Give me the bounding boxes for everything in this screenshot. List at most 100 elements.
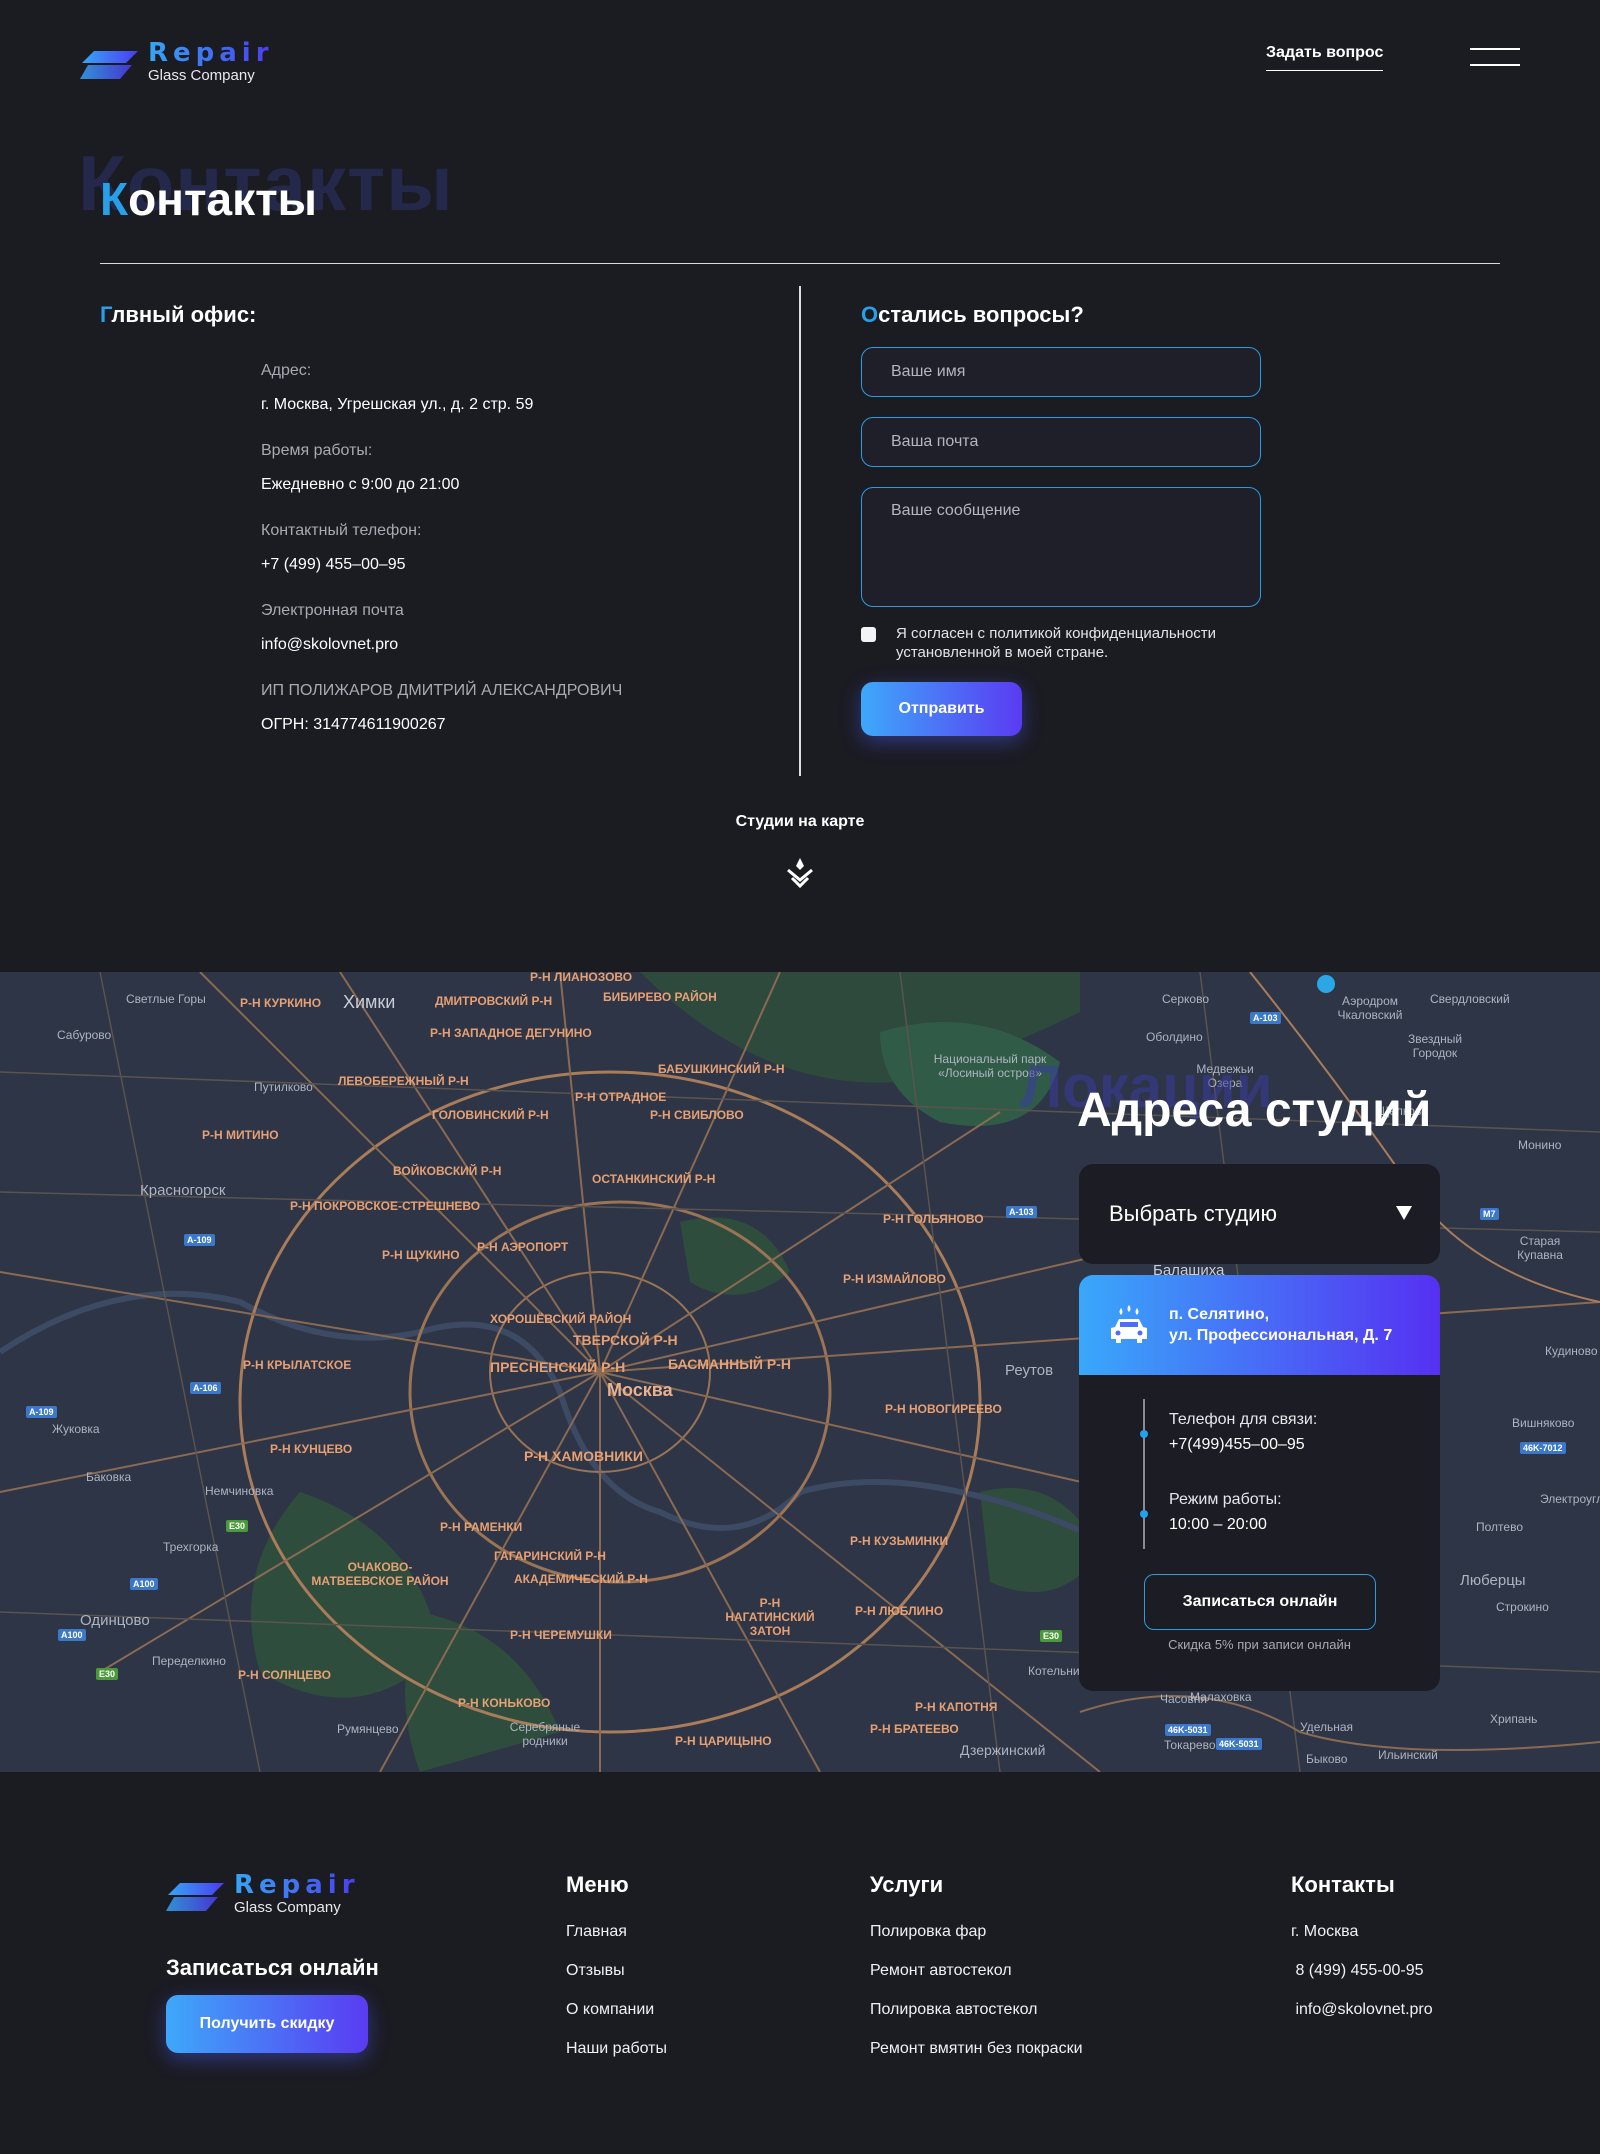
footer-service-item[interactable]: Полировка автостекол (870, 1990, 1083, 2029)
consent-row: Я согласен с политикой конфиденциальност… (861, 624, 1276, 662)
studios-on-map-link[interactable]: Студии на карте (0, 813, 1600, 831)
map-label: ТВЕРСКОЙ Р-Н (573, 1332, 678, 1348)
message-field[interactable]: Ваше сообщение (861, 487, 1261, 607)
road-sign-icon: E30 (226, 1520, 249, 1532)
address-label: Адрес: (261, 362, 312, 379)
map-label: Химки (343, 992, 396, 1012)
phone-value[interactable]: +7 (499) 455–00–95 (261, 556, 721, 580)
footer-service-item[interactable]: Ремонт автостекол (870, 1951, 1083, 1990)
map-label: Р-Н ИЗМАЙЛОВО (843, 1272, 946, 1286)
footer-service-item[interactable]: Ремонт вмятин без покраски (870, 2029, 1083, 2068)
map-label: Р-Н ЩУКИНО (382, 1248, 460, 1262)
map-label: Путилково (254, 1080, 313, 1094)
map-label: Р-Н БРАТЕЕВО (870, 1722, 959, 1736)
footer-menu-item[interactable]: Главная (566, 1912, 667, 1951)
consent-checkbox[interactable] (861, 627, 876, 642)
map-label: Р-Н МИТИНО (202, 1128, 279, 1142)
footer-service-item[interactable]: Полировка фар (870, 1912, 1083, 1951)
title-divider (100, 263, 1500, 264)
map-label: Р-Н ЦАРИЦЫНО (675, 1734, 772, 1748)
road-sign-icon: 46K-7012 (1520, 1442, 1566, 1454)
map-label: Свердловский (1430, 992, 1510, 1006)
column-divider (799, 286, 801, 776)
get-discount-button[interactable]: Получить скидку (166, 1995, 368, 2053)
chevron-double-down-icon[interactable] (784, 856, 816, 890)
map-label: ГОЛОВИНСКИЙ Р-Н (432, 1108, 549, 1122)
discount-note: Скидка 5% при записи онлайн (1168, 1637, 1351, 1652)
map-label: Р-Н ЛЮБЛИНО (855, 1604, 944, 1618)
map-label: Вишняково (1512, 1416, 1575, 1430)
road-sign-icon: A-106 (190, 1382, 221, 1394)
email-value[interactable]: info@skolovnet.pro (261, 636, 721, 660)
map-label: Красногорск (140, 1182, 226, 1199)
road-sign-icon: 46K-5031 (1216, 1738, 1262, 1750)
footer-logo[interactable]: Repair Glass Company (166, 1872, 360, 1915)
map-label: Р-Н КАПОТНЯ (915, 1700, 998, 1714)
map-label: Р-Н ГОЛЬЯНОВО (883, 1212, 984, 1226)
footer-logo-subtitle: Glass Company (234, 1899, 341, 1916)
book-online-button[interactable]: Записаться онлайн (1144, 1574, 1376, 1630)
map-label: Переделкино (152, 1654, 226, 1668)
ask-question-link[interactable]: Задать вопрос (1266, 44, 1384, 71)
form-heading: Остались вопросы? (861, 302, 1084, 327)
map-label: Жуковка (52, 1422, 100, 1436)
footer-menu-item[interactable]: Наши работы (566, 2029, 667, 2068)
studio-phone-value[interactable]: +7(499)455–00–95 (1169, 1436, 1305, 1454)
page-title: Контакты (100, 173, 317, 225)
map-label: Реутов (1005, 1362, 1054, 1379)
footer-phone[interactable]: 8 (499) 455-00-95 (1291, 1951, 1433, 1990)
footer-contacts-title: Контакты (1291, 1872, 1395, 1897)
consent-text: Я согласен с политикой конфиденциальност… (896, 625, 1217, 661)
phone-label: Контактный телефон: (261, 522, 422, 539)
footer-menu-item[interactable]: Отзывы (566, 1951, 667, 1990)
map-label: Р-Н АЭРОПОРТ (477, 1240, 569, 1254)
map-label: Серково (1162, 992, 1209, 1006)
map-label: Электроугли (1540, 1492, 1600, 1506)
map-label: Оболдино (1146, 1030, 1203, 1044)
footer-menu-item[interactable]: О компании (566, 1990, 667, 2029)
studio-timeline (1143, 1399, 1145, 1549)
footer-email[interactable]: info@skolovnet.pro (1291, 1990, 1432, 2029)
map-label: Полтево (1476, 1520, 1523, 1534)
site-header: Repair Glass Company Задать вопрос (0, 0, 1600, 120)
map-label: Одинцово (80, 1612, 150, 1629)
road-sign-icon: E30 (96, 1668, 119, 1680)
footer-contacts: Контакты г. Москва 8 (499) 455-00-95 inf… (1291, 1872, 1433, 2029)
map-label: Р-Н СВИБЛОВО (650, 1108, 744, 1122)
map-label: Р-Н КУНЦЕВО (270, 1442, 353, 1456)
email-label: Электронная почта (261, 602, 404, 619)
map-label: БАБУШКИНСКИЙ Р-Н (658, 1062, 785, 1076)
logo-brand: Repair (148, 38, 274, 68)
studio-select-value: Выбрать студию (1109, 1201, 1277, 1226)
map-label: БИБИРЕВО РАЙОН (603, 990, 717, 1004)
map-title: Адреса студий (1077, 1084, 1432, 1137)
map-label: Р-Н НАГАТИНСКИЙ ЗАТОН (725, 1596, 815, 1638)
submit-button[interactable]: Отправить (861, 682, 1022, 736)
footer-services-title: Услуги (870, 1872, 944, 1897)
road-sign-icon: E30 (1040, 1630, 1063, 1642)
footer-menu-title: Меню (566, 1872, 629, 1897)
map-label: ХОРОШЁВСКИЙ РАЙОН (490, 1312, 632, 1326)
airport-pin-icon (1317, 975, 1335, 993)
map-label: Светлые Горы (126, 992, 206, 1006)
name-field[interactable]: Ваше имя (861, 347, 1261, 397)
studio-select[interactable]: Выбрать студию (1079, 1164, 1440, 1264)
map-label: Р-Н КУЗЬМИНКИ (850, 1534, 949, 1548)
map-label: Р-Н НОВОГИРЕЕВО (885, 1402, 1002, 1416)
road-sign-icon: A100 (130, 1578, 158, 1590)
map-label: Р-Н КОНЬКОВО (458, 1696, 551, 1710)
studio-address-line1: п. Селятино, (1169, 1306, 1270, 1323)
map-label: Строкино (1496, 1600, 1549, 1614)
hours-label: Время работы: (261, 442, 373, 459)
menu-burger-icon[interactable] (1470, 48, 1520, 68)
footer-logo-brand: Repair (234, 1870, 360, 1900)
map-label: Дзержинский (960, 1742, 1046, 1758)
map-label: Звездный Городок (1407, 1032, 1463, 1060)
map-label: Р-Н ЧЕРЕМУШКИ (510, 1628, 612, 1642)
map-label: Р-Н РАМЕНКИ (440, 1520, 523, 1534)
map-label: ВОЙКОВСКИЙ Р-Н (393, 1164, 502, 1178)
email-field[interactable]: Ваша почта (861, 417, 1261, 467)
studio-phone-label: Телефон для связи: (1169, 1411, 1318, 1428)
logo[interactable]: Repair Glass Company (80, 40, 274, 83)
road-sign-icon: A-109 (184, 1234, 215, 1246)
